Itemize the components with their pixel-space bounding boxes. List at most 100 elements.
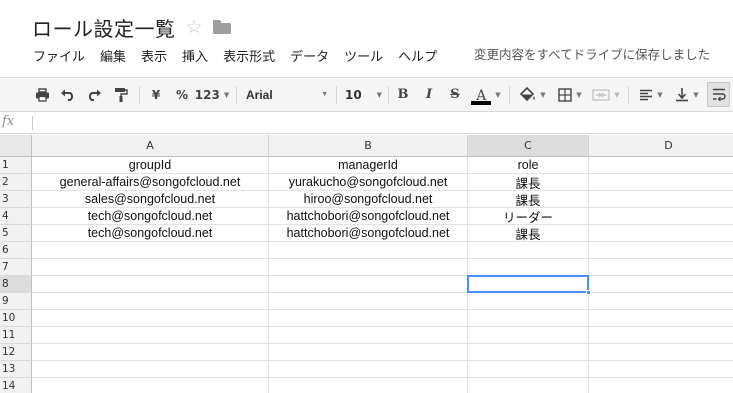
menu-file[interactable]: ファイル [33,46,85,65]
save-status[interactable]: 変更内容をすべてドライブに保存しました [474,44,710,66]
cell-d8[interactable] [589,276,733,293]
cell-a14[interactable] [32,378,269,393]
cell-d6[interactable] [589,242,733,259]
row-header-14[interactable]: 14 [0,378,32,393]
cell-a9[interactable] [32,293,269,310]
cell-d10[interactable] [589,310,733,327]
cell-c2[interactable]: 課長 [468,174,589,191]
vertical-align-button[interactable]: ▼ [670,78,704,111]
cell-c4[interactable]: リーダー [468,208,589,225]
cell-d3[interactable] [589,191,733,208]
cell-c3[interactable]: 課長 [468,191,589,208]
cell-b13[interactable] [269,361,468,378]
column-header-d[interactable]: D [589,135,733,157]
star-icon[interactable]: ☆ [186,16,203,38]
cell-c12[interactable] [468,344,589,361]
cell-d9[interactable] [589,293,733,310]
row-header-9[interactable]: 9 [0,293,32,310]
horizontal-align-button[interactable]: ▼ [634,78,668,111]
cell-a4[interactable]: tech@songofcloud.net [32,208,269,225]
print-button[interactable] [31,78,53,111]
cell-b11[interactable] [269,327,468,344]
cell-b10[interactable] [269,310,468,327]
cell-b9[interactable] [269,293,468,310]
row-header-5[interactable]: 5 [0,225,32,242]
cell-c8[interactable] [468,276,589,293]
menu-edit[interactable]: 編集 [100,46,126,65]
undo-button[interactable] [57,78,79,111]
cell-a1[interactable]: groupId [32,157,269,174]
menu-format[interactable]: 表示形式 [223,46,275,65]
cell-c1[interactable]: role [468,157,589,174]
document-title[interactable]: ロール設定一覧 [32,13,176,42]
cell-b14[interactable] [269,378,468,393]
row-header-11[interactable]: 11 [0,327,32,344]
fill-color-button[interactable]: ▼ [515,78,549,111]
row-header-12[interactable]: 12 [0,344,32,361]
cell-d2[interactable] [589,174,733,191]
cell-a8[interactable] [32,276,269,293]
cell-a5[interactable]: tech@songofcloud.net [32,225,269,242]
fill-handle[interactable] [586,290,591,295]
cell-d14[interactable] [589,378,733,393]
merge-cells-button[interactable]: ▼ [589,78,623,111]
cell-c5[interactable]: 課長 [468,225,589,242]
cell-a11[interactable] [32,327,269,344]
cell-c14[interactable] [468,378,589,393]
menu-view[interactable]: 表示 [141,46,167,65]
row-header-4[interactable]: 4 [0,208,32,225]
cell-b6[interactable] [269,242,468,259]
cell-c11[interactable] [468,327,589,344]
currency-format-button[interactable]: ¥ [146,78,166,111]
row-header-7[interactable]: 7 [0,259,32,276]
cell-a10[interactable] [32,310,269,327]
text-wrap-button[interactable] [707,82,730,107]
column-header-c[interactable]: C [468,135,589,157]
cell-c10[interactable] [468,310,589,327]
cell-b1[interactable]: managerId [269,157,468,174]
cell-d7[interactable] [589,259,733,276]
cell-b2[interactable]: yurakucho@songofcloud.net [269,174,468,191]
cell-d1[interactable] [589,157,733,174]
menu-tools[interactable]: ツール [344,46,383,65]
formula-input[interactable] [38,115,718,131]
cell-a12[interactable] [32,344,269,361]
more-formats-button[interactable]: 123 ▼ [194,78,230,111]
font-family-select[interactable]: Arial ▼ [246,78,330,111]
bold-button[interactable]: B [394,78,412,111]
cell-b8[interactable] [269,276,468,293]
row-header-10[interactable]: 10 [0,310,32,327]
cell-a2[interactable]: general-affairs@songofcloud.net [32,174,269,191]
cell-a7[interactable] [32,259,269,276]
cell-a3[interactable]: sales@songofcloud.net [32,191,269,208]
row-header-2[interactable]: 2 [0,174,32,191]
text-color-button[interactable]: A ▼ [469,78,503,111]
cell-b3[interactable]: hiroo@songofcloud.net [269,191,468,208]
menu-data[interactable]: データ [290,46,329,65]
cell-c9[interactable] [468,293,589,310]
row-header-8[interactable]: 8 [0,276,32,293]
italic-button[interactable]: I [420,78,438,111]
borders-button[interactable]: ▼ [553,78,587,111]
column-header-a[interactable]: A [32,135,269,157]
strikethrough-button[interactable]: S [446,78,464,111]
cell-d12[interactable] [589,344,733,361]
spreadsheet-grid[interactable]: ABCD 1 2 3 4 5 6 7 8 9 10 11 12 13 14 groupId managerI… [0,135,733,393]
cell-b12[interactable] [269,344,468,361]
cell-c13[interactable] [468,361,589,378]
percent-format-button[interactable]: % [172,78,192,111]
cell-d11[interactable] [589,327,733,344]
cell-d5[interactable] [589,225,733,242]
row-header-3[interactable]: 3 [0,191,32,208]
row-header-1[interactable]: 1 [0,157,32,174]
row-header-13[interactable]: 13 [0,361,32,378]
select-all-corner[interactable] [0,135,32,157]
cell-b5[interactable]: hattchobori@songofcloud.net [269,225,468,242]
redo-button[interactable] [83,78,105,111]
folder-icon[interactable] [212,20,231,34]
paint-format-button[interactable] [110,78,132,111]
cell-c7[interactable] [468,259,589,276]
cell-c6[interactable] [468,242,589,259]
cell-a6[interactable] [32,242,269,259]
menu-insert[interactable]: 挿入 [182,46,208,65]
